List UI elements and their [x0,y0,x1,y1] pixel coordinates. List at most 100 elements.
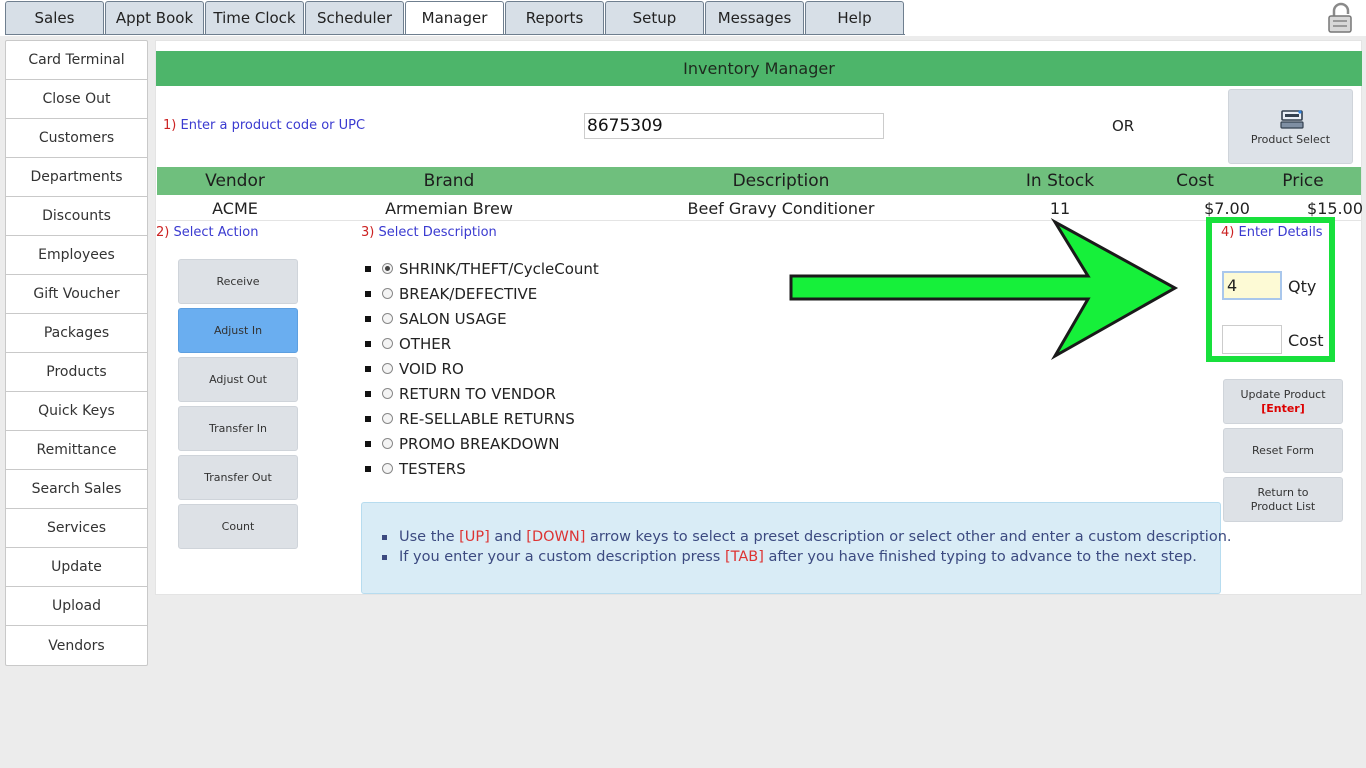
desc-label: TESTERS [399,459,466,478]
radio-testers[interactable] [382,463,393,474]
sidebar-item-products[interactable]: Products [6,353,147,392]
col-price: Price [1282,171,1324,191]
desc-label: VOID RO [399,359,464,378]
radio-return-vendor[interactable] [382,388,393,399]
radio-salon-usage[interactable] [382,313,393,324]
product-select-button[interactable]: Product Select [1228,89,1353,164]
sidebar-item-close-out[interactable]: Close Out [6,80,147,119]
tab-sales[interactable]: Sales [5,1,104,34]
or-label: OR [1112,117,1135,135]
sidebar-menu: Card Terminal Close Out Customers Depart… [5,40,148,666]
radio-resellable[interactable] [382,413,393,424]
action-adjust-in-button[interactable]: Adjust In [178,308,298,353]
qty-input[interactable] [1222,271,1282,300]
col-vendor: Vendor [205,171,265,191]
register-icon [1280,110,1304,129]
sidebar-item-search-sales[interactable]: Search Sales [6,470,147,509]
update-product-label: Update Product [1240,387,1326,401]
list-item[interactable]: TESTERS [365,456,665,481]
help-info-box: Use the [UP] and [DOWN] arrow keys to se… [361,502,1232,594]
sidebar-item-gift-voucher[interactable]: Gift Voucher [6,275,147,314]
help-text: and [494,529,522,545]
desc-label: SALON USAGE [399,309,507,328]
step3-text: Select Description [378,225,497,240]
sidebar-item-employees[interactable]: Employees [6,236,147,275]
col-description: Description [732,171,830,191]
list-item[interactable]: RE-SELLABLE RETURNS [365,406,665,431]
product-code-input[interactable] [584,113,884,139]
tab-setup[interactable]: Setup [605,1,704,34]
cell-description: Beef Gravy Conditioner [687,199,875,218]
bullet [365,390,371,397]
enter-key-hint: [Enter] [1261,401,1305,415]
return-to-product-list-button[interactable]: Return to Product List [1223,477,1343,522]
step3-number: 3) [361,225,375,240]
bullet [365,365,371,372]
action-receive-button[interactable]: Receive [178,259,298,304]
action-transfer-in-button[interactable]: Transfer In [178,406,298,451]
key-tab: [TAB] [724,549,764,565]
cell-brand: Armemian Brew [385,199,513,218]
radio-break[interactable] [382,288,393,299]
sidebar-item-packages[interactable]: Packages [6,314,147,353]
list-item[interactable]: VOID RO [365,356,665,381]
bullet [365,290,371,297]
tab-reports[interactable]: Reports [505,1,604,34]
list-item[interactable]: SALON USAGE [365,306,665,331]
sidebar-item-upload[interactable]: Upload [6,587,147,626]
tab-scheduler[interactable]: Scheduler [305,1,404,34]
cell-vendor: ACME [212,199,258,218]
tab-messages[interactable]: Messages [705,1,804,34]
list-item[interactable]: BREAK/DEFECTIVE [365,281,665,306]
list-item[interactable]: OTHER [365,331,665,356]
sidebar-item-customers[interactable]: Customers [6,119,147,158]
top-tab-bar: Sales Appt Book Time Clock Scheduler Man… [0,0,1366,36]
bullet [365,415,371,422]
desc-label: PROMO BREAKDOWN [399,434,560,453]
tab-manager[interactable]: Manager [405,1,504,34]
cell-cost: $7.00 [1204,199,1250,218]
reset-form-button[interactable]: Reset Form [1223,428,1343,473]
sidebar-item-departments[interactable]: Departments [6,158,147,197]
table-row: ACME Armemian Brew Beef Gravy Conditione… [157,196,1363,221]
help-line-1: Use the [UP] and [DOWN] arrow keys to se… [382,529,1232,545]
tab-underline [5,34,905,35]
cost-label: Cost [1288,331,1324,350]
bullet [365,340,371,347]
product-table-header: Vendor Brand Description In Stock Cost P… [157,167,1361,195]
radio-promo[interactable] [382,438,393,449]
list-item[interactable]: SHRINK/THEFT/CycleCount [365,256,665,281]
step2-text: Select Action [173,225,259,240]
bullet [365,465,371,472]
action-transfer-out-button[interactable]: Transfer Out [178,455,298,500]
action-adjust-out-button[interactable]: Adjust Out [178,357,298,402]
radio-void-ro[interactable] [382,363,393,374]
sidebar-item-quick-keys[interactable]: Quick Keys [6,392,147,431]
help-text: Use the [399,529,455,545]
col-cost: Cost [1176,171,1214,191]
desc-label: RE-SELLABLE RETURNS [399,409,575,428]
tab-time-clock[interactable]: Time Clock [205,1,304,34]
cell-in-stock: 11 [1049,199,1071,218]
cell-price: $15.00 [1307,199,1363,218]
sidebar-item-services[interactable]: Services [6,509,147,548]
sidebar-item-discounts[interactable]: Discounts [6,197,147,236]
radio-shrink[interactable] [382,263,393,274]
tab-appt-book[interactable]: Appt Book [105,1,204,34]
action-count-button[interactable]: Count [178,504,298,549]
tab-help[interactable]: Help [805,1,904,34]
sidebar-item-vendors[interactable]: Vendors [6,626,147,665]
step1-text: Enter a product code or UPC [180,118,366,133]
radio-other[interactable] [382,338,393,349]
list-item[interactable]: RETURN TO VENDOR [365,381,665,406]
update-product-button[interactable]: Update Product [Enter] [1223,379,1343,424]
cost-input[interactable] [1222,325,1282,354]
sidebar-item-remittance[interactable]: Remittance [6,431,147,470]
desc-label: OTHER [399,334,452,353]
list-item[interactable]: PROMO BREAKDOWN [365,431,665,456]
lock-icon[interactable] [1325,2,1357,34]
key-down: [DOWN] [526,529,586,545]
sidebar-item-card-terminal[interactable]: Card Terminal [6,41,147,80]
bullet [382,554,387,560]
sidebar-item-update[interactable]: Update [6,548,147,587]
